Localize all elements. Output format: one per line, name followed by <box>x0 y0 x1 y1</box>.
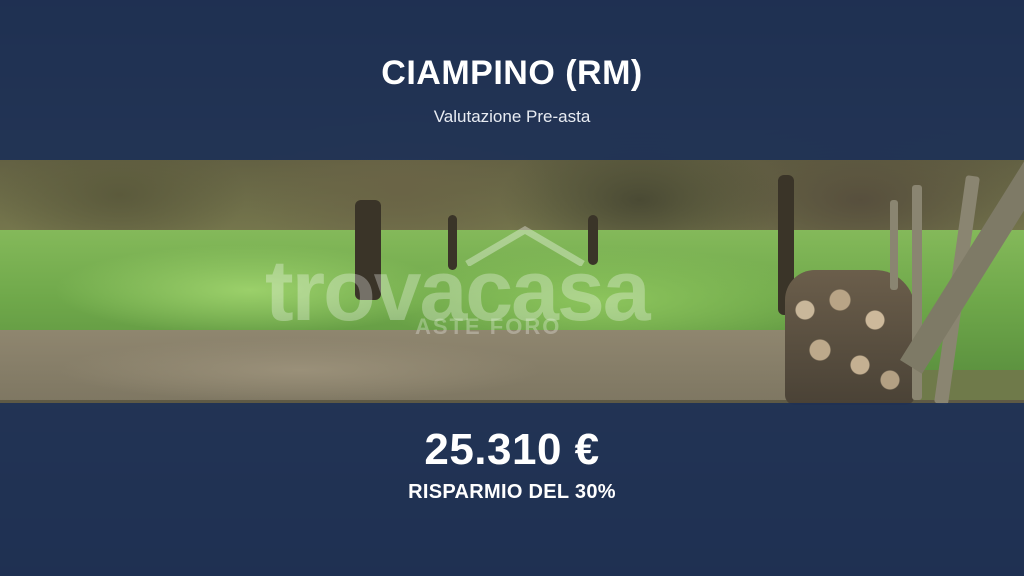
saving-label: RISPARMIO DEL 30% <box>408 481 616 503</box>
valuation-subtitle: Valutazione Pre-asta <box>433 106 591 126</box>
price-value: 25.310 € <box>424 425 600 474</box>
fence-post <box>890 200 898 290</box>
price-band: 25.310 € RISPARMIO DEL 30% <box>0 403 1024 576</box>
woodpile <box>785 270 915 405</box>
header-band: CIAMPINO (RM) Valutazione Pre-asta <box>0 0 1024 160</box>
tree-trunk <box>355 200 381 300</box>
tree-trunk <box>588 215 598 265</box>
location-title: CIAMPINO (RM) <box>381 53 643 92</box>
tree-trunk <box>448 215 457 270</box>
